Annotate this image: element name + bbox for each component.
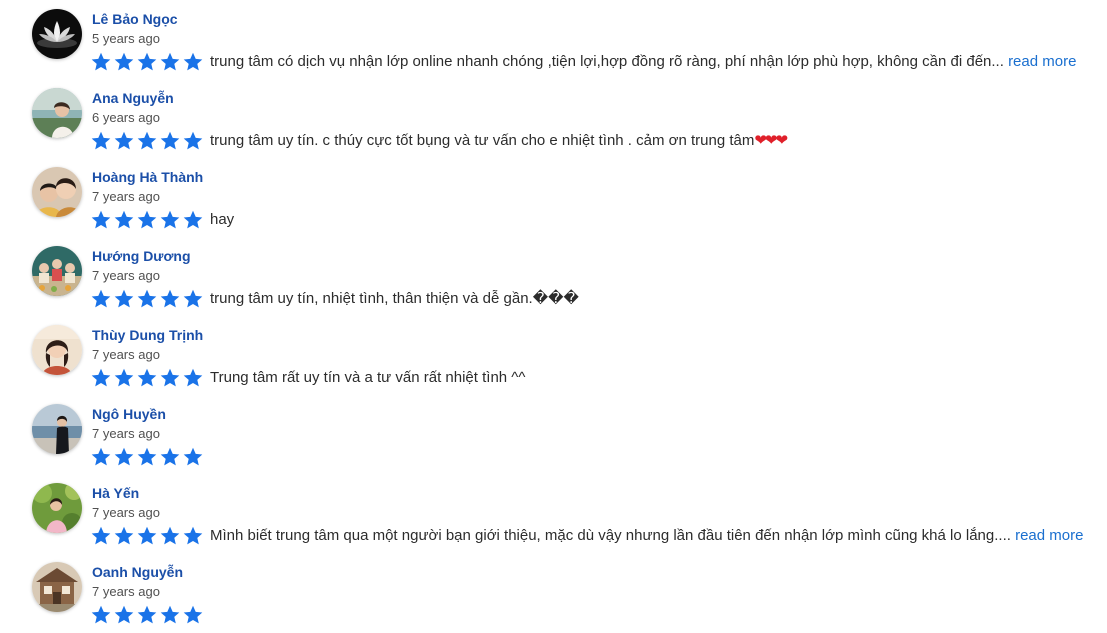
person-avatar-icon[interactable]	[32, 88, 82, 138]
review-item: Lê Bảo Ngọc 5 years ago trung tâm có dịc…	[0, 0, 1107, 79]
star-icon	[114, 210, 134, 230]
read-more-link[interactable]: read more	[1008, 53, 1076, 70]
couple-avatar-icon[interactable]	[32, 167, 82, 217]
star-icon	[160, 368, 180, 388]
review-time: 7 years ago	[92, 505, 160, 520]
star-icon	[183, 289, 203, 309]
review-time: 7 years ago	[92, 268, 160, 283]
star-rating	[91, 526, 203, 546]
review-text: hay	[210, 210, 234, 230]
star-icon	[160, 605, 180, 625]
star-icon	[160, 447, 180, 467]
reviewer-name[interactable]: Lê Bảo Ngọc	[92, 11, 178, 27]
reviewer-name[interactable]: Oanh Nguyễn	[92, 564, 183, 580]
review-text: trung tâm có dịch vụ nhận lớp online nha…	[210, 52, 1076, 72]
star-icon	[114, 131, 134, 151]
group-avatar-icon[interactable]	[32, 246, 82, 296]
star-icon	[91, 210, 111, 230]
heart-emojis: ❤❤❤	[754, 132, 788, 149]
star-icon	[183, 526, 203, 546]
star-icon	[137, 526, 157, 546]
star-rating	[91, 368, 203, 388]
star-icon	[91, 289, 111, 309]
star-rating	[91, 131, 203, 151]
review-time: 7 years ago	[92, 584, 160, 599]
star-icon	[160, 526, 180, 546]
star-icon	[183, 131, 203, 151]
star-icon	[160, 210, 180, 230]
review-text-body: Mình biết trung tâm qua một người bạn gi…	[210, 527, 1011, 544]
star-icon	[114, 368, 134, 388]
house-avatar-icon[interactable]	[32, 562, 82, 612]
star-icon	[91, 131, 111, 151]
review-text-body: trung tâm uy tín, nhiệt tình, thân thiện…	[210, 290, 579, 307]
person-seaside-avatar-icon[interactable]	[32, 404, 82, 454]
star-icon	[160, 131, 180, 151]
star-rating	[91, 52, 203, 72]
star-icon	[183, 605, 203, 625]
star-icon	[137, 368, 157, 388]
star-icon	[91, 52, 111, 72]
reviewer-name[interactable]: Ana Nguyễn	[92, 90, 174, 106]
review-text-body: hay	[210, 211, 235, 228]
review-time: 5 years ago	[92, 31, 160, 46]
star-icon	[114, 52, 134, 72]
review-text-body: trung tâm có dịch vụ nhận lớp online nha…	[210, 53, 1004, 70]
star-icon	[137, 289, 157, 309]
reviewer-name[interactable]: Hướng Dương	[92, 248, 191, 264]
star-icon	[114, 605, 134, 625]
star-rating	[91, 447, 203, 467]
reviewer-name[interactable]: Hà Yến	[92, 485, 139, 501]
star-icon	[91, 447, 111, 467]
person-garden-avatar-icon[interactable]	[32, 483, 82, 533]
review-item: Hà Yến 7 years ago Mình biết trung tâm q…	[0, 474, 1107, 553]
star-icon	[183, 447, 203, 467]
review-item: Oanh Nguyễn 7 years ago	[0, 553, 1107, 632]
review-item: Hướng Dương 7 years ago trung tâm uy tín…	[0, 237, 1107, 316]
review-item: Thùy Dung Trịnh 7 years ago Trung tâm rấ…	[0, 316, 1107, 395]
reviewer-name[interactable]: Hoàng Hà Thành	[92, 169, 203, 185]
reviewer-name[interactable]: Thùy Dung Trịnh	[92, 327, 203, 343]
review-text-body: Trung tâm rất uy tín và a tư vấn rất nhi…	[210, 369, 526, 386]
lotus-avatar-icon[interactable]	[32, 9, 82, 59]
star-icon	[91, 526, 111, 546]
read-more-link[interactable]: read more	[1015, 527, 1083, 544]
review-item: Ana Nguyễn 6 years ago trung tâm uy tín.…	[0, 79, 1107, 158]
star-icon	[137, 605, 157, 625]
star-icon	[114, 289, 134, 309]
star-icon	[183, 52, 203, 72]
review-time: 7 years ago	[92, 426, 160, 441]
reviewer-name[interactable]: Ngô Huyền	[92, 406, 166, 422]
star-icon	[183, 210, 203, 230]
review-time: 7 years ago	[92, 189, 160, 204]
review-time: 7 years ago	[92, 347, 160, 362]
review-item: Hoàng Hà Thành 7 years ago hay	[0, 158, 1107, 237]
person-avatar-icon[interactable]	[32, 325, 82, 375]
review-text: Mình biết trung tâm qua một người bạn gi…	[210, 526, 1083, 546]
star-icon	[91, 605, 111, 625]
star-rating	[91, 210, 203, 230]
review-list: Lê Bảo Ngọc 5 years ago trung tâm có dịc…	[0, 0, 1107, 633]
star-icon	[160, 52, 180, 72]
review-text: trung tâm uy tín, nhiệt tình, thân thiện…	[210, 289, 579, 309]
star-icon	[137, 131, 157, 151]
review-text: trung tâm uy tín. c thúy cực tốt bụng và…	[210, 131, 788, 151]
review-text-body: trung tâm uy tín. c thúy cực tốt bụng và…	[210, 132, 755, 149]
star-rating	[91, 289, 203, 309]
star-icon	[183, 368, 203, 388]
star-icon	[114, 526, 134, 546]
star-icon	[160, 289, 180, 309]
review-text: Trung tâm rất uy tín và a tư vấn rất nhi…	[210, 368, 525, 388]
star-icon	[137, 447, 157, 467]
star-icon	[114, 447, 134, 467]
star-icon	[91, 368, 111, 388]
star-rating	[91, 605, 203, 625]
review-time: 6 years ago	[92, 110, 160, 125]
star-icon	[137, 210, 157, 230]
star-icon	[137, 52, 157, 72]
review-item: Ngô Huyền 7 years ago	[0, 395, 1107, 474]
